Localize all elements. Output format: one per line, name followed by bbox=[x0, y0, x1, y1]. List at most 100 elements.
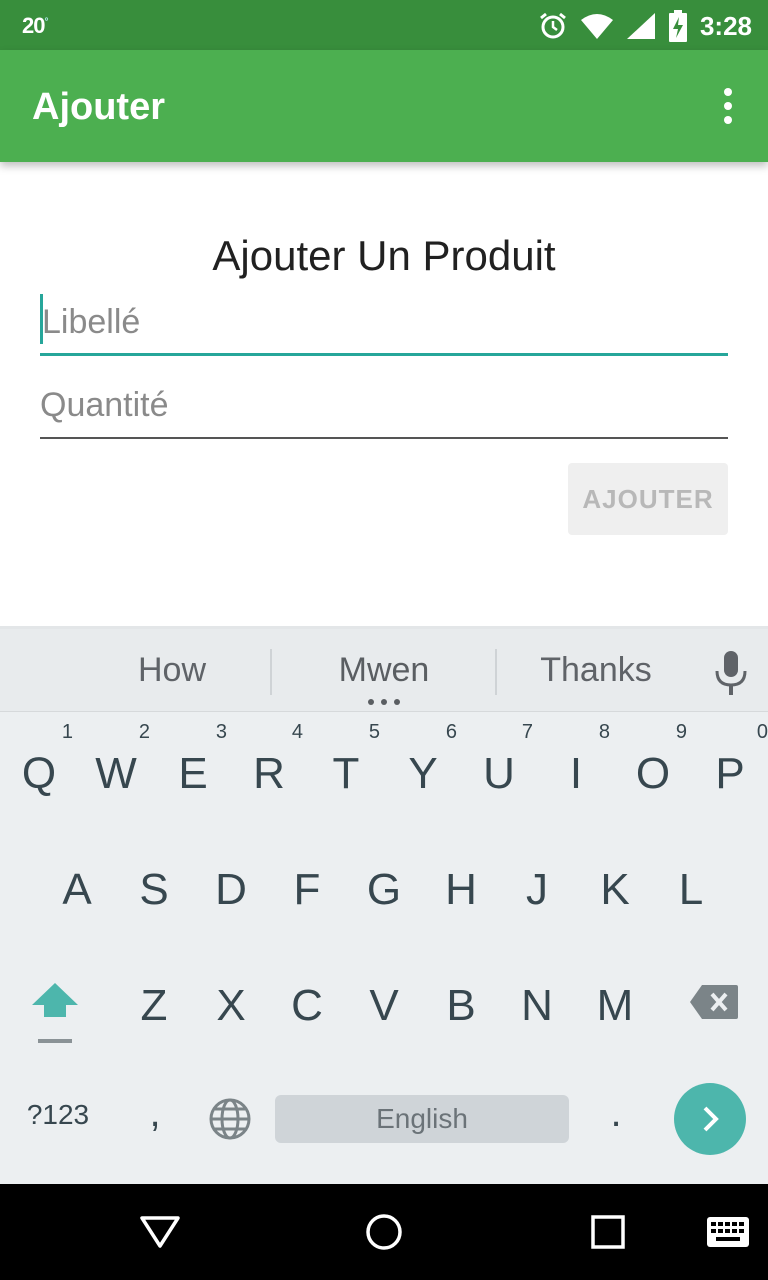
key-hint: 2 bbox=[138, 721, 150, 743]
key-label: V bbox=[369, 981, 399, 1030]
key-l[interactable]: L bbox=[653, 829, 729, 929]
weather-temperature: 20° bbox=[22, 13, 48, 39]
key-hint: 5 bbox=[368, 721, 380, 743]
key-label: A bbox=[62, 865, 92, 914]
backspace-icon[interactable] bbox=[688, 983, 740, 1021]
key-g[interactable]: G bbox=[346, 829, 422, 929]
page-heading: Ajouter Un Produit bbox=[212, 232, 556, 279]
key-label: H bbox=[445, 865, 477, 914]
key-hint: 7 bbox=[521, 721, 533, 743]
key-label: J bbox=[526, 865, 548, 914]
libelle-underline bbox=[40, 353, 728, 356]
key-i[interactable]: 8I bbox=[538, 713, 614, 813]
key-label: W bbox=[95, 749, 137, 798]
keyboard-switch-icon[interactable] bbox=[706, 1216, 750, 1248]
key-b[interactable]: B bbox=[423, 945, 499, 1045]
key-r[interactable]: 4R bbox=[231, 713, 307, 813]
space-bar[interactable]: English bbox=[275, 1095, 569, 1143]
suggestion-divider bbox=[270, 649, 272, 695]
app-title: Ajouter bbox=[32, 86, 165, 128]
key-label: K bbox=[600, 865, 630, 914]
key-s[interactable]: S bbox=[116, 829, 192, 929]
key-p[interactable]: 0P bbox=[692, 713, 768, 813]
key-label: C bbox=[291, 981, 323, 1030]
key-label: G bbox=[366, 865, 402, 914]
navigation-bar bbox=[0, 1184, 768, 1280]
key-n[interactable]: N bbox=[499, 945, 575, 1045]
suggestion-mwen[interactable]: Mwen bbox=[284, 651, 484, 690]
key-label: D bbox=[215, 865, 247, 914]
suggestion-how[interactable]: How bbox=[72, 651, 272, 690]
key-u[interactable]: 7U bbox=[461, 713, 537, 813]
period-key[interactable]: . bbox=[596, 1091, 636, 1136]
shift-icon[interactable] bbox=[30, 979, 80, 1049]
key-label: Q bbox=[21, 749, 57, 798]
home-icon[interactable] bbox=[364, 1212, 404, 1252]
key-label: S bbox=[139, 865, 169, 914]
key-a[interactable]: A bbox=[39, 829, 115, 929]
microphone-icon[interactable] bbox=[714, 651, 748, 695]
back-icon[interactable] bbox=[138, 1214, 182, 1250]
libelle-field[interactable] bbox=[40, 292, 730, 356]
key-label: T bbox=[332, 749, 360, 798]
key-x[interactable]: X bbox=[193, 945, 269, 1045]
key-w[interactable]: 2W bbox=[78, 713, 154, 813]
key-hint: 1 bbox=[61, 721, 73, 743]
key-label: F bbox=[293, 865, 321, 914]
key-m[interactable]: M bbox=[577, 945, 653, 1045]
key-hint: 4 bbox=[291, 721, 303, 743]
key-label: X bbox=[216, 981, 246, 1030]
soft-keyboard: How Mwen Thanks 1Q 2W 3E 4R 5T 6Y 7U 8I … bbox=[0, 626, 768, 1187]
key-f[interactable]: F bbox=[269, 829, 345, 929]
globe-icon[interactable] bbox=[208, 1097, 252, 1141]
symbols-key[interactable]: ?123 bbox=[10, 1099, 106, 1131]
key-h[interactable]: H bbox=[423, 829, 499, 929]
battery-charging-icon bbox=[668, 10, 687, 42]
libelle-input[interactable] bbox=[40, 292, 730, 352]
suggestion-thanks[interactable]: Thanks bbox=[496, 651, 696, 690]
alarm-icon bbox=[540, 12, 566, 39]
recents-icon[interactable] bbox=[590, 1214, 626, 1250]
key-label: O bbox=[635, 749, 671, 798]
enter-key[interactable] bbox=[674, 1083, 746, 1155]
key-v[interactable]: V bbox=[346, 945, 422, 1045]
form-content: Ajouter Un Produit AJOUTER bbox=[0, 162, 768, 626]
key-z[interactable]: Z bbox=[116, 945, 192, 1045]
key-q[interactable]: 1Q bbox=[1, 713, 77, 813]
key-hint: 8 bbox=[598, 721, 610, 743]
key-label: I bbox=[569, 749, 583, 798]
key-j[interactable]: J bbox=[499, 829, 575, 929]
key-label: L bbox=[678, 865, 704, 914]
ajouter-button[interactable]: AJOUTER bbox=[568, 463, 728, 535]
key-d[interactable]: D bbox=[193, 829, 269, 929]
quantite-input[interactable] bbox=[40, 375, 728, 435]
key-k[interactable]: K bbox=[577, 829, 653, 929]
key-e[interactable]: 3E bbox=[155, 713, 231, 813]
clock: 3:28 bbox=[699, 10, 752, 41]
status-icons: 3:28 bbox=[538, 8, 752, 44]
chevron-right-icon bbox=[703, 1106, 719, 1132]
text-cursor bbox=[40, 294, 43, 344]
key-label: E bbox=[178, 749, 208, 798]
quantite-field[interactable] bbox=[40, 375, 728, 439]
status-bar: 20° 3:28 bbox=[0, 0, 768, 50]
key-t[interactable]: 5T bbox=[308, 713, 384, 813]
comma-key[interactable]: , bbox=[130, 1091, 180, 1136]
wifi-icon bbox=[580, 14, 613, 39]
key-label: R bbox=[253, 749, 285, 798]
more-suggestions-icon[interactable] bbox=[368, 699, 400, 705]
key-hint: 0 bbox=[756, 721, 768, 743]
key-label: Z bbox=[140, 981, 168, 1030]
screen: 20° 3:28 Ajouter Ajouter Un Produit Libe… bbox=[0, 0, 768, 1280]
signal-icon bbox=[626, 13, 655, 39]
key-c[interactable]: C bbox=[269, 945, 345, 1045]
quantite-underline bbox=[40, 437, 728, 439]
key-hint: 9 bbox=[675, 721, 687, 743]
key-y[interactable]: 6Y bbox=[385, 713, 461, 813]
key-label: P bbox=[715, 749, 745, 798]
key-hint: 6 bbox=[445, 721, 457, 743]
degree-symbol: ° bbox=[44, 16, 48, 28]
key-o[interactable]: 9O bbox=[615, 713, 691, 813]
more-vertical-icon[interactable] bbox=[716, 88, 740, 124]
temperature-value: 20 bbox=[22, 13, 46, 38]
